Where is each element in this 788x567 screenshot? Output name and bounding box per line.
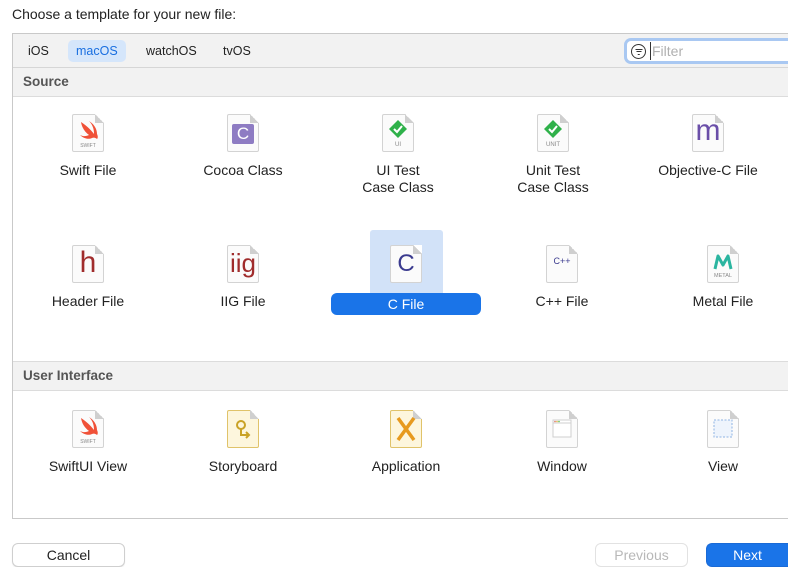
template-label: SwiftUI View <box>48 458 128 474</box>
template-c-file[interactable]: C C File <box>331 245 481 315</box>
template-label: C++ File <box>535 293 589 309</box>
next-button[interactable]: Next <box>706 543 788 567</box>
template-unit-test-case-class[interactable]: UNIT Unit Test Case Class <box>478 114 628 196</box>
template-window[interactable]: Window <box>487 410 637 475</box>
template-cpp-file[interactable]: C++ C++ File <box>487 245 637 310</box>
header-file-icon: h <box>79 246 97 279</box>
template-iig-file[interactable]: iig IIG File <box>168 245 318 310</box>
cpp-file-icon: C++ <box>553 256 571 266</box>
template-label: Application <box>371 458 441 474</box>
template-objective-c-file[interactable]: m Objective-C File <box>633 114 783 179</box>
application-icon <box>396 416 416 442</box>
template-label-line2: Case Class <box>517 179 589 195</box>
template-label: Header File <box>51 293 125 309</box>
platform-tab-macos[interactable]: macOS <box>68 40 126 62</box>
template-label: Swift File <box>59 162 117 178</box>
cocoa-class-icon: C <box>232 124 254 144</box>
platform-tab-tvos[interactable]: tvOS <box>215 40 259 62</box>
template-label: Objective-C File <box>658 162 758 178</box>
section-divider <box>13 96 788 97</box>
template-label: Window <box>537 458 587 474</box>
cancel-button[interactable]: Cancel <box>12 543 125 567</box>
filter-input[interactable] <box>650 42 785 60</box>
storyboard-icon <box>236 420 251 439</box>
swiftui-view-icon-text: SWIFT <box>80 439 96 445</box>
template-label: Cocoa Class <box>203 162 283 178</box>
template-label: View <box>707 458 739 474</box>
template-label-line1: Unit Test <box>525 162 581 178</box>
section-header-source: Source <box>13 68 788 96</box>
filter-icon <box>631 44 646 59</box>
template-label-selected: C File <box>331 293 481 315</box>
template-swift-file[interactable]: SWIFT Swift File <box>13 114 163 179</box>
template-label: Metal File <box>692 293 754 309</box>
template-cocoa-class[interactable]: C Cocoa Class <box>168 114 318 179</box>
template-application[interactable]: Application <box>331 410 481 475</box>
unit-test-icon-text: UNIT <box>546 142 560 148</box>
platform-tab-watchos[interactable]: watchOS <box>138 40 205 62</box>
section-header-user-interface: User Interface <box>13 362 788 390</box>
template-view[interactable]: View <box>648 410 788 475</box>
metal-file-icon-text: METAL <box>714 273 732 279</box>
template-label-line1: UI Test <box>376 162 420 178</box>
view-icon <box>713 419 733 438</box>
window-icon <box>552 419 572 438</box>
c-file-icon: C <box>397 250 415 277</box>
section-divider <box>13 390 788 391</box>
template-metal-file[interactable]: METAL Metal File <box>648 245 788 310</box>
template-label-line2: Case Class <box>362 179 434 195</box>
swift-file-icon-text: SWIFT <box>80 143 96 149</box>
template-swiftui-view[interactable]: SWIFT SwiftUI View <box>13 410 163 475</box>
template-header-file[interactable]: h Header File <box>13 245 163 310</box>
template-label: IIG File <box>220 293 266 309</box>
iig-file-icon: iig <box>229 248 256 278</box>
template-chooser-heading: Choose a template for your new file: <box>12 6 237 22</box>
template-label: Storyboard <box>208 458 278 474</box>
ui-test-icon-text: UI <box>395 142 401 148</box>
platform-tab-bar: iOS macOS watchOS tvOS <box>13 34 788 68</box>
template-storyboard[interactable]: Storyboard <box>168 410 318 475</box>
filter-field[interactable] <box>624 38 788 64</box>
template-ui-test-case-class[interactable]: UI UI Test Case Class <box>323 114 473 196</box>
platform-tab-ios[interactable]: iOS <box>20 40 57 62</box>
previous-button[interactable]: Previous <box>595 543 688 567</box>
objective-c-file-icon: m <box>695 114 721 147</box>
template-panel: iOS macOS watchOS tvOS Source SWIFT Swif… <box>12 33 788 519</box>
